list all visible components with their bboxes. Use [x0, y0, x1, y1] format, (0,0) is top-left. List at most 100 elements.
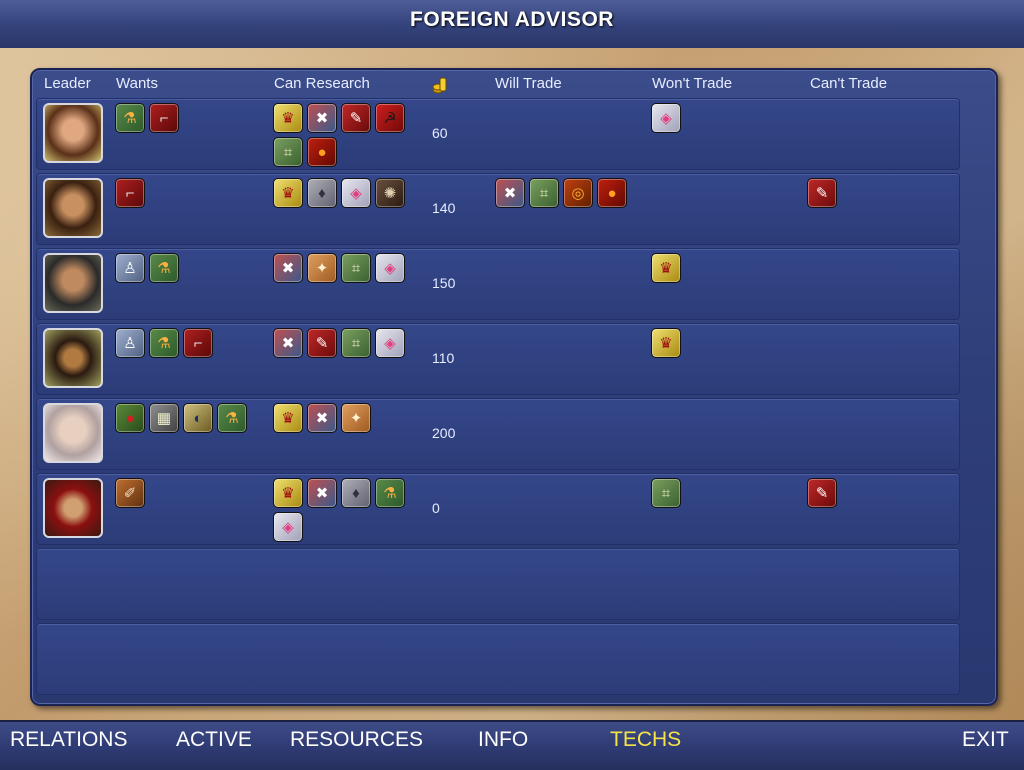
wants-cell: ⌐: [115, 178, 265, 208]
monarchy-icon[interactable]: ♛: [273, 403, 303, 433]
leader-5-portrait[interactable]: [43, 403, 103, 463]
optics-icon[interactable]: ◈: [341, 178, 371, 208]
nav-techs-button[interactable]: TECHS: [610, 728, 681, 752]
empty-row: [36, 548, 960, 620]
can-research-cell: ♛ ✖ ✎ ☭ ⌗ ●: [273, 103, 413, 167]
wants-cell: ♙ ⚗: [115, 253, 265, 283]
cartography-icon[interactable]: ⌗: [273, 137, 303, 167]
communism-icon[interactable]: ☭: [375, 103, 405, 133]
chemistry-icon[interactable]: ⚗: [375, 478, 405, 508]
monarchy-icon[interactable]: ♛: [273, 478, 303, 508]
metallurgy-icon[interactable]: ◎: [563, 178, 593, 208]
leader-6-portrait[interactable]: [43, 478, 103, 538]
wont-trade-cell: ◈: [651, 103, 801, 133]
title-bar: FOREIGN ADVISOR: [0, 0, 1024, 50]
rifling-icon[interactable]: ⌐: [149, 103, 179, 133]
chemistry-icon[interactable]: ⚗: [217, 403, 247, 433]
chemistry-icon[interactable]: ⚗: [115, 103, 145, 133]
optics-icon[interactable]: ◈: [375, 253, 405, 283]
cant-trade-cell: ✎: [807, 178, 957, 208]
can-research-cell: ♛ ✖ ♦ ⚗ ◈: [273, 478, 413, 542]
wants-cell: ⚗ ⌐: [115, 103, 265, 133]
education-icon[interactable]: ✎: [807, 478, 837, 508]
nationalism-icon[interactable]: ✖: [273, 253, 303, 283]
gold-amount: 140: [432, 200, 456, 216]
wont-trade-cell: ♛: [651, 328, 801, 358]
column-header-cant-trade: Can't Trade: [810, 75, 888, 92]
nationalism-icon[interactable]: ✖: [307, 403, 337, 433]
column-header-wants: Wants: [116, 75, 158, 92]
wants-cell: ● ▦ ◐ ⚗: [115, 403, 265, 433]
can-research-cell: ✖ ✎ ⌗ ◈: [273, 328, 413, 358]
nav-resources-button[interactable]: RESOURCES: [290, 728, 423, 752]
optics-icon[interactable]: ◈: [651, 103, 681, 133]
leader-1-portrait[interactable]: [43, 103, 103, 163]
wont-trade-cell: ♛: [651, 253, 801, 283]
navigation-icon[interactable]: ✺: [375, 178, 405, 208]
banking-icon[interactable]: ▦: [149, 403, 179, 433]
monarchy-icon[interactable]: ♛: [273, 103, 303, 133]
nav-active-button[interactable]: ACTIVE: [176, 728, 252, 752]
rifling-icon[interactable]: ⌐: [115, 178, 145, 208]
leader-row: ♙ ⚗ ⌐ ✖ ✎ ⌗ ◈ ♛ 110: [36, 323, 960, 395]
nationalism-icon[interactable]: ✖: [273, 328, 303, 358]
gold-amount: 0: [432, 500, 440, 516]
nav-relations-button[interactable]: RELATIONS: [10, 728, 127, 752]
leader-2-portrait[interactable]: [43, 178, 103, 238]
can-research-cell: ✖ ✦ ⌗ ◈: [273, 253, 413, 283]
astronomy-icon[interactable]: ✦: [307, 253, 337, 283]
medicine-icon[interactable]: ♙: [115, 253, 145, 283]
economics-icon[interactable]: ♦: [307, 178, 337, 208]
cartography-icon[interactable]: ⌗: [651, 478, 681, 508]
gold-coins-icon: [432, 77, 447, 94]
can-research-cell: ♛ ✖ ✦: [273, 403, 413, 433]
cartography-icon[interactable]: ⌗: [341, 328, 371, 358]
nav-info-button[interactable]: INFO: [478, 728, 528, 752]
column-header-wont-trade: Won't Trade: [652, 75, 733, 92]
leader-row: ♙ ⚗ ✖ ✦ ⌗ ◈ ♛ 150: [36, 248, 960, 320]
education-icon[interactable]: ✎: [341, 103, 371, 133]
gunpowder-icon[interactable]: ●: [307, 137, 337, 167]
gold-amount: 200: [432, 425, 456, 441]
chemistry-icon[interactable]: ⚗: [149, 328, 179, 358]
rifling-icon[interactable]: ⌐: [183, 328, 213, 358]
leader-row: ✐ ♛ ✖ ♦ ⚗ ◈ ⌗ ✎ 0: [36, 473, 960, 545]
chemistry-icon[interactable]: ⚗: [149, 253, 179, 283]
medicine-icon[interactable]: ♙: [115, 328, 145, 358]
leader-3-portrait[interactable]: [43, 253, 103, 313]
nationalism-icon[interactable]: ✖: [495, 178, 525, 208]
exit-button[interactable]: EXIT: [962, 728, 1009, 752]
monarchy-icon[interactable]: ♛: [273, 178, 303, 208]
cartography-icon[interactable]: ⌗: [529, 178, 559, 208]
wont-trade-cell: ⌗: [651, 478, 801, 508]
leader-row: ⌐ ♛ ♦ ◈ ✺ ✖ ⌗ ◎ ● ✎ 140: [36, 173, 960, 245]
column-header-leader: Leader: [44, 75, 91, 92]
gunpowder-icon[interactable]: ●: [597, 178, 627, 208]
theory-of-gravity-icon[interactable]: ●: [115, 403, 145, 433]
gold-amount: 110: [432, 350, 455, 366]
can-research-cell: ♛ ♦ ◈ ✺: [273, 178, 413, 208]
leader-row: ⚗ ⌐ ♛ ✖ ✎ ☭ ⌗ ● ◈ 60: [36, 98, 960, 170]
gold-amount: 150: [432, 275, 456, 291]
window-title: FOREIGN ADVISOR: [410, 8, 614, 31]
optics-icon[interactable]: ◈: [375, 328, 405, 358]
leader-4-portrait[interactable]: [43, 328, 103, 388]
astronomy-icon[interactable]: ✦: [341, 403, 371, 433]
column-header-will-trade: Will Trade: [495, 75, 562, 92]
education-icon[interactable]: ✎: [807, 178, 837, 208]
invention-icon[interactable]: ✐: [115, 478, 145, 508]
empty-row: [36, 623, 960, 695]
monarchy-icon[interactable]: ♛: [651, 328, 681, 358]
education-icon[interactable]: ✎: [307, 328, 337, 358]
cartography-icon[interactable]: ⌗: [341, 253, 371, 283]
leader-row: ● ▦ ◐ ⚗ ♛ ✖ ✦ 200: [36, 398, 960, 470]
will-trade-cell: ✖ ⌗ ◎ ●: [495, 178, 645, 208]
optics-icon[interactable]: ◈: [273, 512, 303, 542]
nationalism-icon[interactable]: ✖: [307, 478, 337, 508]
nationalism-icon[interactable]: ✖: [307, 103, 337, 133]
physics-icon[interactable]: ◐: [183, 403, 213, 433]
economics-icon[interactable]: ♦: [341, 478, 371, 508]
wants-cell: ♙ ⚗ ⌐: [115, 328, 265, 358]
cant-trade-cell: ✎: [807, 478, 957, 508]
monarchy-icon[interactable]: ♛: [651, 253, 681, 283]
